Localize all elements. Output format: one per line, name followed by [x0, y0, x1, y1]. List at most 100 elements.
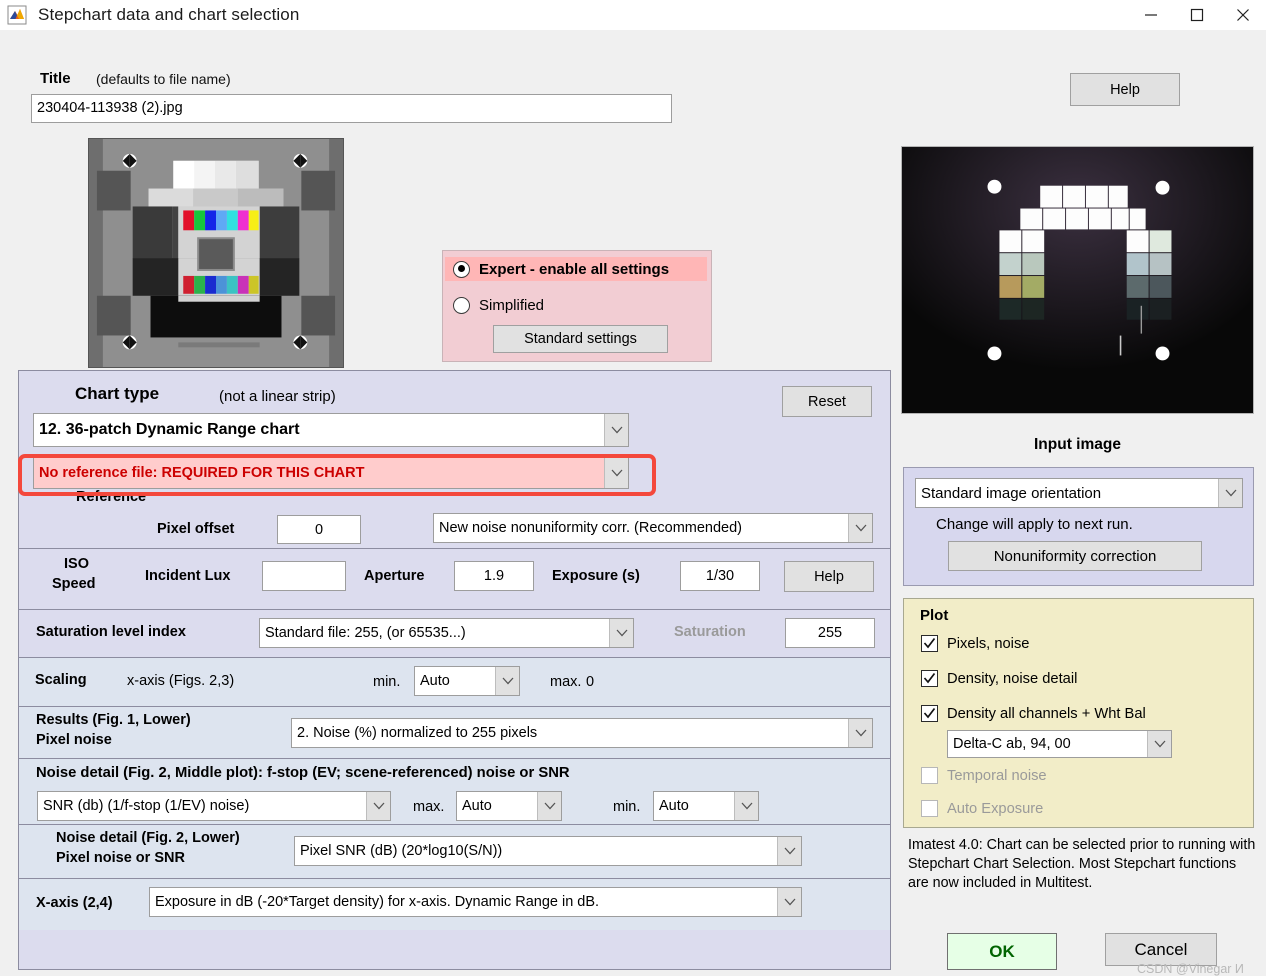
help-button-top[interactable]: Help	[1070, 73, 1180, 106]
chevron-down-icon	[609, 619, 633, 647]
standard-settings-button[interactable]: Standard settings	[493, 325, 668, 353]
chevron-down-icon	[848, 719, 872, 747]
checkbox-indicator	[921, 670, 938, 687]
radio-expert[interactable]: Expert - enable all settings	[445, 257, 707, 281]
noise-middle-max-label: max.	[413, 799, 445, 815]
maximize-icon[interactable]	[1174, 0, 1220, 30]
noise-middle-heading: Noise detail (Fig. 2, Middle plot): f-st…	[36, 765, 570, 781]
matlab-icon	[6, 4, 28, 26]
chevron-down-icon	[1147, 731, 1171, 757]
chevron-down-icon	[537, 792, 561, 820]
nonuniformity-value: New noise nonuniformity corr. (Recommend…	[439, 520, 743, 536]
checkbox-label: Density, noise detail	[947, 670, 1078, 687]
noise-middle-value: SNR (db) (1/f-stop (1/EV) noise)	[43, 798, 250, 814]
chart-thumbnail	[88, 138, 344, 368]
scaling-min-dropdown[interactable]: Auto	[414, 666, 520, 696]
incident-lux-input[interactable]	[262, 561, 346, 591]
xaxis-dropdown[interactable]: Exposure in dB (-20*Target density) for …	[149, 887, 802, 917]
results-dropdown[interactable]: 2. Noise (%) normalized to 255 pixels	[291, 718, 873, 748]
saturation-index-dropdown[interactable]: Standard file: 255, (or 65535...)	[259, 618, 634, 648]
iso-label-line1: ISO	[64, 556, 89, 572]
checkbox-pixels-noise[interactable]: Pixels, noise	[921, 635, 1029, 652]
title-input[interactable]: 230404-113938 (2).jpg	[31, 94, 672, 123]
checkbox-label: Auto Exposure	[947, 800, 1044, 817]
scaling-max-label: max.	[550, 674, 582, 690]
noise-lower-value: Pixel SNR (dB) (20*log10(S/N))	[300, 843, 503, 859]
minimize-icon[interactable]	[1128, 0, 1174, 30]
noise-middle-min-label: min.	[613, 799, 641, 815]
aperture-label: Aperture	[364, 568, 425, 584]
window-title: Stepchart data and chart selection	[38, 5, 300, 24]
checkbox-density-all-channels[interactable]: Density all channels + Wht Bal	[921, 705, 1146, 722]
noise-middle-min-dropdown[interactable]: Auto	[653, 791, 759, 821]
exposure-label: Exposure (s)	[552, 568, 640, 584]
noise-lower-dropdown[interactable]: Pixel SNR (dB) (20*log10(S/N))	[294, 836, 802, 866]
pixel-offset-input[interactable]: 0	[277, 515, 361, 544]
checkbox-label: Temporal noise	[947, 767, 1047, 784]
iso-help-button[interactable]: Help	[784, 561, 874, 592]
reset-button[interactable]: Reset	[782, 386, 872, 417]
scaling-axis-label: x-axis (Figs. 2,3)	[127, 673, 235, 689]
results-label-line1: Results (Fig. 1, Lower)	[36, 712, 191, 728]
mode-selection-box: Expert - enable all settings Simplified …	[442, 250, 712, 362]
chevron-down-icon	[734, 792, 758, 820]
plot-box: Plot Pixels, noise Density, noise detail…	[903, 598, 1254, 828]
orientation-note: Change will apply to next run.	[936, 516, 1133, 533]
delta-c-dropdown[interactable]: Delta-C ab, 94, 00	[947, 730, 1172, 758]
checkbox-label: Density all channels + Wht Bal	[947, 705, 1146, 722]
checkbox-density-noise-detail[interactable]: Density, noise detail	[921, 670, 1077, 687]
incident-lux-label: Incident Lux	[145, 568, 231, 584]
noise-middle-max-dropdown[interactable]: Auto	[456, 791, 562, 821]
xaxis-label: X-axis (2,4)	[36, 895, 113, 911]
delta-c-value: Delta-C ab, 94, 00	[953, 736, 1071, 752]
iso-label-line2: Speed	[52, 576, 96, 592]
radio-expert-indicator	[453, 260, 470, 278]
scaling-min-value: Auto	[420, 673, 450, 689]
input-image-preview	[901, 146, 1254, 414]
radio-simplified-label: Simplified	[479, 296, 545, 314]
exposure-input[interactable]: 1/30	[680, 561, 760, 591]
aperture-input[interactable]: 1.9	[454, 561, 534, 591]
chevron-down-icon	[777, 837, 801, 865]
scaling-min-label: min.	[373, 674, 401, 690]
results-label-line2: Pixel noise	[36, 732, 112, 748]
saturation-section: Saturation level index Standard file: 25…	[19, 609, 890, 657]
noise-middle-section: Noise detail (Fig. 2, Middle plot): f-st…	[19, 758, 890, 824]
checkbox-auto-exposure[interactable]: Auto Exposure	[921, 800, 1043, 817]
ok-button[interactable]: OK	[947, 933, 1057, 970]
plot-heading: Plot	[920, 607, 949, 624]
saturation-index-label: Saturation level index	[36, 624, 186, 640]
chevron-down-icon	[848, 514, 872, 542]
close-icon[interactable]	[1220, 0, 1266, 30]
reference-label: Reference	[76, 489, 147, 505]
saturation-label: Saturation	[674, 624, 746, 640]
pixel-offset-label: Pixel offset	[157, 521, 235, 537]
checkbox-indicator	[921, 767, 938, 784]
noise-lower-label-line2: Pixel noise or SNR	[56, 850, 185, 866]
radio-expert-label: Expert - enable all settings	[479, 260, 670, 278]
noise-lower-label-line1: Noise detail (Fig. 2, Lower)	[56, 830, 240, 846]
chart-type-value: 12. 36-patch Dynamic Range chart	[39, 421, 300, 438]
noise-middle-dropdown[interactable]: SNR (db) (1/f-stop (1/EV) noise)	[37, 791, 391, 821]
chart-type-dropdown[interactable]: 12. 36-patch Dynamic Range chart	[33, 413, 629, 447]
title-note: (defaults to file name)	[96, 71, 231, 87]
reference-file-dropdown[interactable]: No reference file: REQUIRED FOR THIS CHA…	[33, 457, 629, 489]
chevron-down-icon	[777, 888, 801, 916]
nonuniformity-dropdown[interactable]: New noise nonuniformity corr. (Recommend…	[433, 513, 873, 543]
reference-file-error: No reference file: REQUIRED FOR THIS CHA…	[39, 465, 365, 481]
title-label: Title	[40, 70, 71, 87]
input-image-title: Input image	[1034, 436, 1121, 453]
checkbox-indicator	[921, 800, 938, 817]
orientation-box: Standard image orientation Change will a…	[903, 467, 1254, 586]
nonuniformity-correction-button[interactable]: Nonuniformity correction	[948, 541, 1202, 571]
saturation-input[interactable]: 255	[785, 618, 875, 648]
checkbox-temporal-noise[interactable]: Temporal noise	[921, 767, 1047, 784]
window-controls	[1128, 0, 1266, 30]
scaling-label: Scaling	[35, 672, 87, 688]
results-value: 2. Noise (%) normalized to 255 pixels	[297, 725, 538, 741]
checkbox-indicator	[921, 635, 938, 652]
orientation-dropdown[interactable]: Standard image orientation	[915, 478, 1243, 508]
radio-simplified[interactable]: Simplified	[445, 293, 707, 317]
dialog-body: Title (defaults to file name) 230404-113…	[0, 30, 1266, 976]
orientation-value: Standard image orientation	[921, 484, 1102, 502]
